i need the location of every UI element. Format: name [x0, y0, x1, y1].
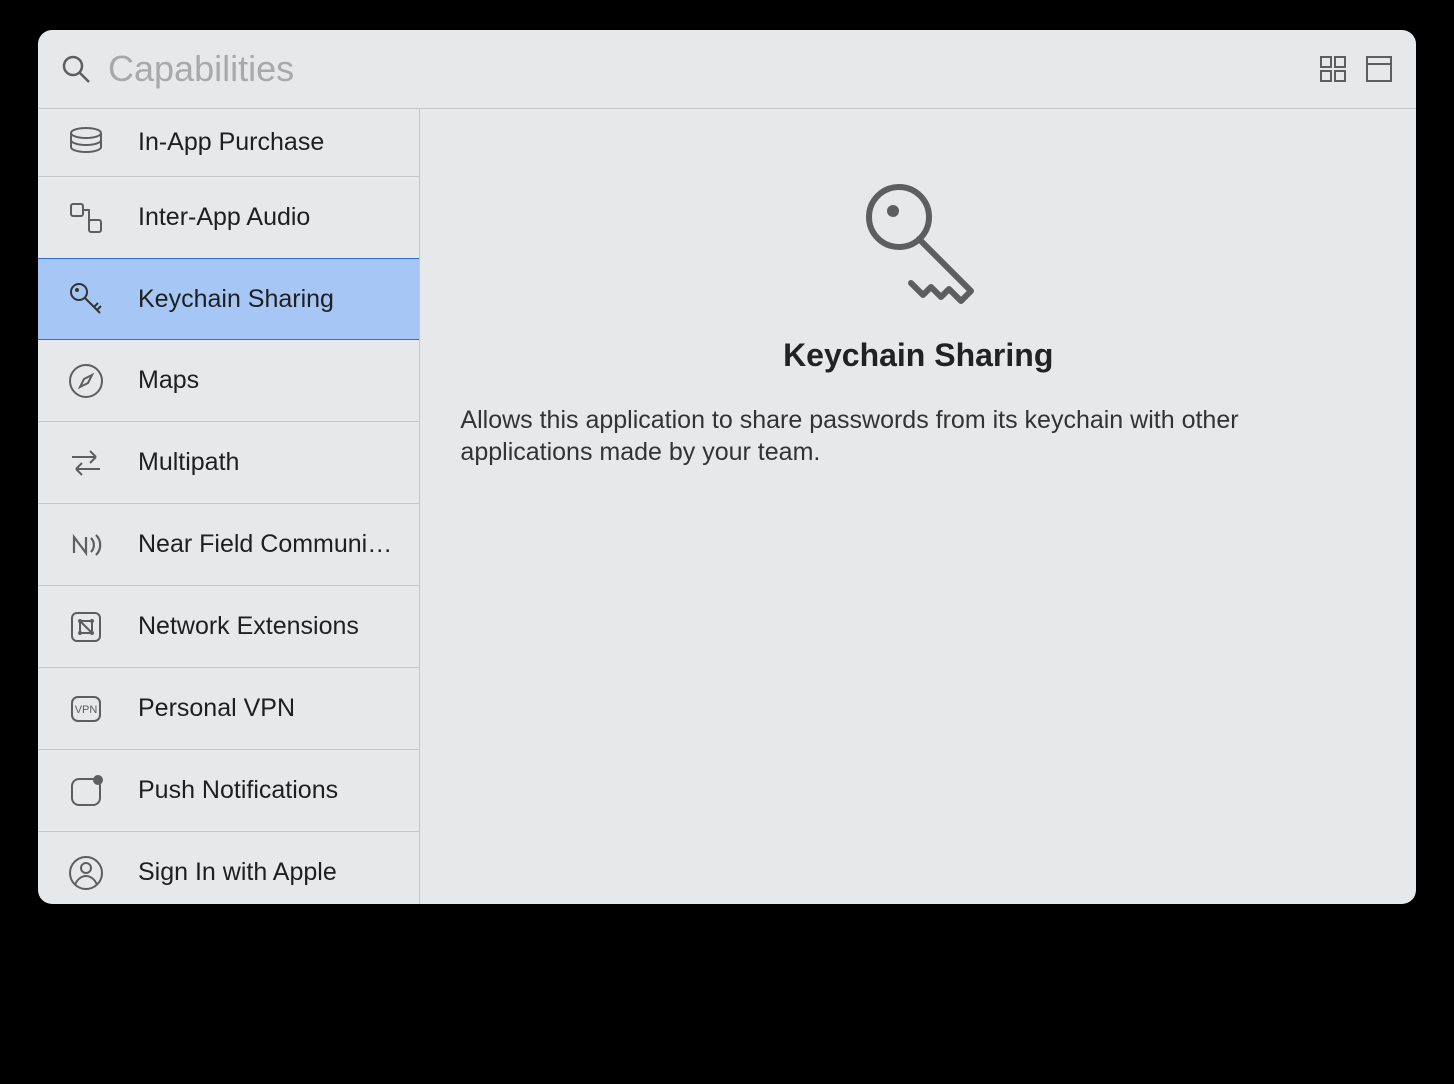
sidebar-item-nfc[interactable]: Near Field Communication Tag R... [38, 504, 419, 586]
sidebar-item-label: Inter-App Audio [138, 203, 395, 232]
sidebar-item-keychain-sharing[interactable]: Keychain Sharing [38, 258, 419, 340]
sidebar-item-sign-in-with-apple[interactable]: Sign In with Apple [38, 832, 419, 904]
coins-icon [66, 123, 106, 163]
person-icon [66, 853, 106, 893]
sidebar-item-maps[interactable]: Maps [38, 340, 419, 422]
compass-icon [66, 361, 106, 401]
sidebar: In-App Purchase Inter-App Audio [38, 109, 420, 904]
push-icon [66, 771, 106, 811]
sidebar-item-label: Personal VPN [138, 694, 395, 723]
panel-view-icon[interactable] [1364, 54, 1394, 84]
sidebar-item-label: Network Extensions [138, 612, 395, 641]
grid-view-icon[interactable] [1318, 54, 1348, 84]
sidebar-item-in-app-purchase[interactable]: In-App Purchase [38, 109, 419, 177]
sidebar-item-push-notifications[interactable]: Push Notifications [38, 750, 419, 832]
toolbar [38, 30, 1416, 109]
sidebar-item-multipath[interactable]: Multipath [38, 422, 419, 504]
sidebar-item-network-extensions[interactable]: Network Extensions [38, 586, 419, 668]
sidebar-item-label: In-App Purchase [138, 128, 395, 157]
nfc-icon [66, 525, 106, 565]
detail-title: Keychain Sharing [460, 337, 1376, 374]
arrows-icon [66, 443, 106, 483]
vpn-icon: VPN [66, 689, 106, 729]
audio-icon [66, 198, 106, 238]
search-icon [60, 53, 92, 85]
detail-pane: Keychain Sharing Allows this application… [420, 109, 1416, 904]
key-large-icon [853, 179, 983, 309]
sidebar-item-label: Near Field Communication Tag R... [138, 530, 395, 559]
sidebar-item-label: Keychain Sharing [138, 285, 395, 314]
detail-icon-wrap [460, 179, 1376, 309]
sidebar-item-personal-vpn[interactable]: VPN Personal VPN [38, 668, 419, 750]
sidebar-item-label: Maps [138, 366, 395, 395]
content: In-App Purchase Inter-App Audio [38, 109, 1416, 904]
key-icon [66, 279, 106, 319]
network-icon [66, 607, 106, 647]
svg-text:VPN: VPN [75, 704, 98, 716]
search-input[interactable] [108, 48, 1302, 90]
sidebar-item-label: Sign In with Apple [138, 858, 395, 887]
sidebar-item-inter-app-audio[interactable]: Inter-App Audio [38, 177, 419, 259]
capabilities-window: In-App Purchase Inter-App Audio [38, 30, 1416, 904]
capability-list: In-App Purchase Inter-App Audio [38, 109, 419, 904]
sidebar-item-label: Push Notifications [138, 776, 395, 805]
sidebar-item-label: Multipath [138, 448, 395, 477]
detail-description: Allows this application to share passwor… [460, 404, 1376, 468]
